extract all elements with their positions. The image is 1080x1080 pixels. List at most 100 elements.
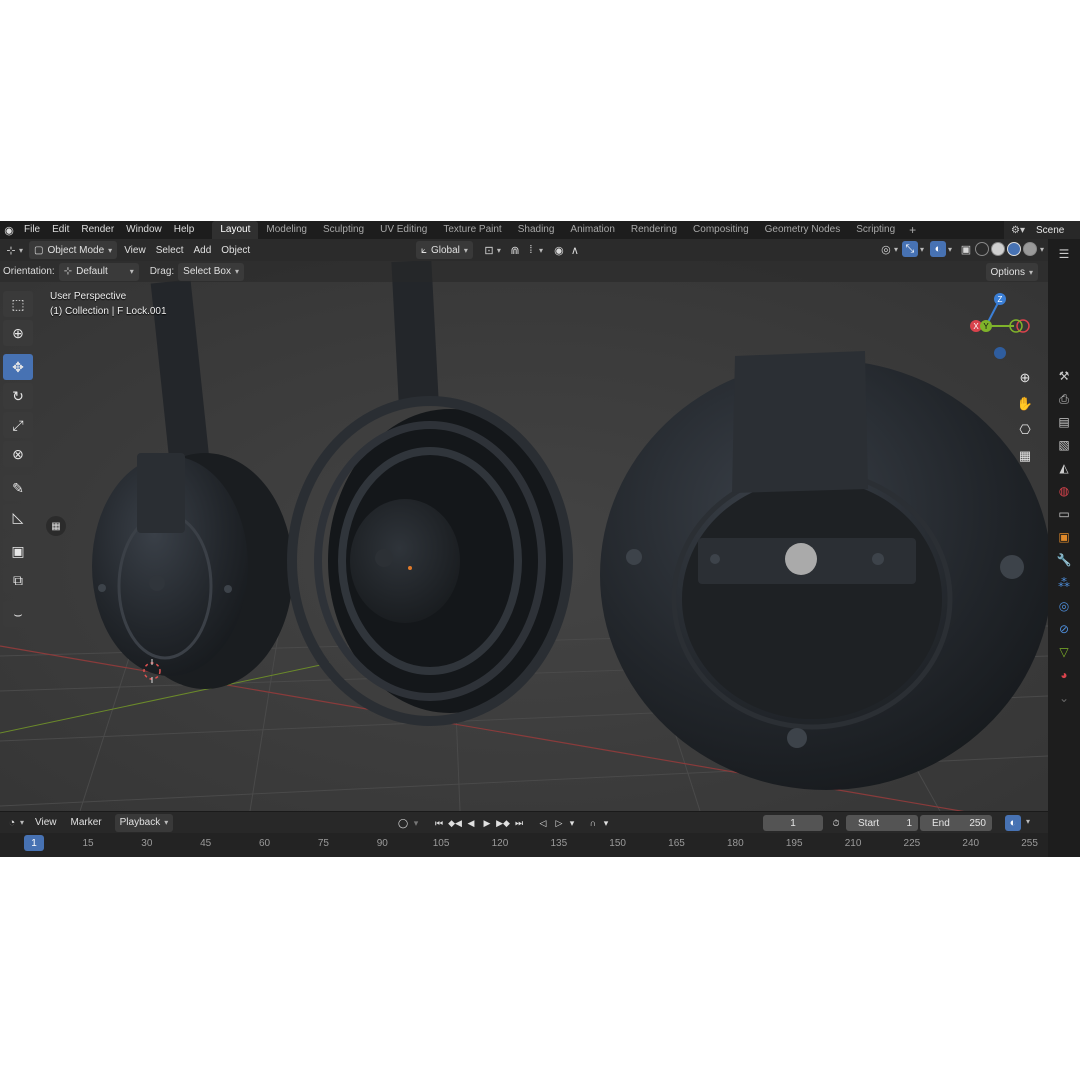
menu-view[interactable]: View [119,241,151,259]
blender-logo-icon[interactable]: ◉ [0,221,18,239]
camera-view-icon[interactable]: ⎔ [1014,419,1036,441]
editor-type-icon[interactable]: ⊹ [3,242,19,258]
particles-icon[interactable]: ⁂ [1052,572,1076,594]
chevron-down-icon[interactable]: ▾ [948,245,952,254]
add-object-tool-icon[interactable]: ⧉ [3,567,33,593]
visibility-eye-icon[interactable]: ◎ [878,241,894,257]
menu-file[interactable]: File [18,221,46,239]
jump-start-icon[interactable]: ⏮ [431,815,447,831]
snapping-magnet-icon[interactable]: ∩ [585,815,601,831]
select-tool-icon[interactable]: ⬚ [3,291,33,317]
end-frame-field[interactable]: End 250 [920,815,992,831]
transform-orientation-dropdown[interactable]: ⟀ Global ▾ [416,241,473,259]
snap-target-icon[interactable]: ⁞ [523,242,539,258]
chevron-down-icon[interactable]: ▾ [20,818,24,827]
object-data-icon[interactable]: ▽ [1052,641,1076,663]
tab-shading[interactable]: Shading [510,221,563,239]
gizmo-toggle-icon[interactable]: ⤡ [901,241,918,257]
timeline-overlay-icon[interactable]: ◐ [1005,815,1021,831]
collapse-chevron-icon[interactable]: ⌄ [1052,687,1076,709]
checker-icon[interactable]: ▦ [46,516,66,536]
orientation-dropdown[interactable]: ⊹ Default ▾ [58,262,139,281]
menu-help[interactable]: Help [168,221,201,239]
timeline-menu-playback[interactable]: Playback ▾ [114,813,174,832]
drag-dropdown[interactable]: Select Box ▾ [178,262,244,281]
modifier-properties-icon[interactable]: 🔧 [1052,549,1076,571]
object-properties-icon[interactable]: ▣ [1052,526,1076,548]
chevron-down-icon[interactable]: ▾ [497,246,501,255]
keyframe-next-icon[interactable]: ▷ [551,815,567,831]
scene-properties-icon[interactable]: ◭ [1052,457,1076,479]
play-icon[interactable]: ▶ [479,815,495,831]
auto-keying-icon[interactable]: ◯ [395,815,411,831]
gizmo-neg-x-axis[interactable] [1016,319,1030,333]
chevron-down-icon[interactable]: ▾ [1040,245,1044,254]
jump-keyframe-back-icon[interactable]: ◆◀ [447,815,463,831]
menu-object[interactable]: Object [216,241,255,259]
ortho-grid-icon[interactable]: ▦ [1014,445,1036,467]
chevron-down-icon[interactable]: ▾ [411,815,421,831]
rendered-shading-icon[interactable] [1022,242,1037,256]
falloff-icon[interactable]: ∧ [567,242,583,258]
options-dropdown[interactable]: Options ▾ [985,263,1038,281]
scene-selector[interactable]: ⚙▾ Scene [1004,221,1080,239]
xray-icon[interactable]: ▣ [958,241,974,257]
scale-tool-icon[interactable]: ⤢ [3,412,33,438]
menu-edit[interactable]: Edit [46,221,75,239]
jump-keyframe-forward-icon[interactable]: ▶◆ [495,815,511,831]
tab-compositing[interactable]: Compositing [685,221,757,239]
3d-viewport[interactable]: User Perspective (1) Collection | F Lock… [0,261,1048,811]
curve-tool-icon[interactable]: ⌣ [3,601,33,627]
keyframe-prev-icon[interactable]: ◁ [535,815,551,831]
measure-tool-icon[interactable]: ◺ [3,504,33,530]
snap-icon[interactable]: ⋒ [507,242,523,258]
current-frame-field[interactable]: 1 [763,815,823,831]
gizmo-neg-z-axis[interactable] [994,347,1006,359]
chevron-down-icon[interactable]: ▾ [1026,817,1030,826]
world-properties-icon[interactable]: ◍ [1052,480,1076,502]
pan-hand-icon[interactable]: ✋ [1014,393,1036,415]
add-cube-tool-icon[interactable]: ▣ [3,538,33,564]
start-frame-field[interactable]: Start 1 [846,815,918,831]
timeline-menu-view[interactable]: View [30,814,62,832]
chevron-down-icon[interactable]: ▾ [601,815,611,831]
wireframe-shading-icon[interactable] [974,242,989,256]
cursor-tool-icon[interactable]: ⊕ [3,320,33,346]
chevron-down-icon[interactable]: ▾ [894,245,898,254]
tab-uv-editing[interactable]: UV Editing [372,221,435,239]
tab-rendering[interactable]: Rendering [623,221,685,239]
material-properties-icon[interactable]: ◕ [1052,664,1076,686]
chevron-down-icon[interactable]: ▾ [920,245,924,254]
add-workspace-icon[interactable]: + [903,223,922,237]
pivot-point-icon[interactable]: ⊡ [481,242,497,258]
timeline-editor-icon[interactable]: ◔ [4,815,20,831]
move-tool-icon[interactable]: ✥ [3,354,33,380]
current-frame-marker[interactable]: 1 [24,835,44,851]
overlays-toggle-icon[interactable]: ◐ [929,241,946,257]
menu-add[interactable]: Add [188,241,216,259]
chevron-down-icon[interactable]: ▾ [19,246,23,255]
menu-window[interactable]: Window [120,221,168,239]
play-reverse-icon[interactable]: ◀ [463,815,479,831]
tab-modeling[interactable]: Modeling [258,221,315,239]
constraints-icon[interactable]: ⊘ [1052,618,1076,640]
tab-geometry-nodes[interactable]: Geometry Nodes [757,221,849,239]
collection-properties-icon[interactable]: ▭ [1052,503,1076,525]
editor-type-icon[interactable]: ☰ [1052,243,1076,265]
tab-scripting[interactable]: Scripting [848,221,903,239]
rotate-tool-icon[interactable]: ↻ [3,383,33,409]
material-shading-icon[interactable] [1006,242,1021,256]
stopwatch-icon[interactable]: ⏱ [828,815,844,831]
menu-select[interactable]: Select [151,241,189,259]
tab-animation[interactable]: Animation [562,221,622,239]
menu-render[interactable]: Render [75,221,120,239]
output-properties-icon[interactable]: ▤ [1052,411,1076,433]
transform-tool-icon[interactable]: ⊗ [3,441,33,467]
solid-shading-icon[interactable] [990,242,1005,256]
chevron-down-icon[interactable]: ▾ [539,246,543,255]
tab-sculpting[interactable]: Sculpting [315,221,372,239]
zoom-icon[interactable]: ⊕ [1014,367,1036,389]
tab-texture-paint[interactable]: Texture Paint [435,221,509,239]
chevron-down-icon[interactable]: ▾ [567,815,577,831]
render-properties-icon[interactable]: ⎙ [1052,388,1076,410]
